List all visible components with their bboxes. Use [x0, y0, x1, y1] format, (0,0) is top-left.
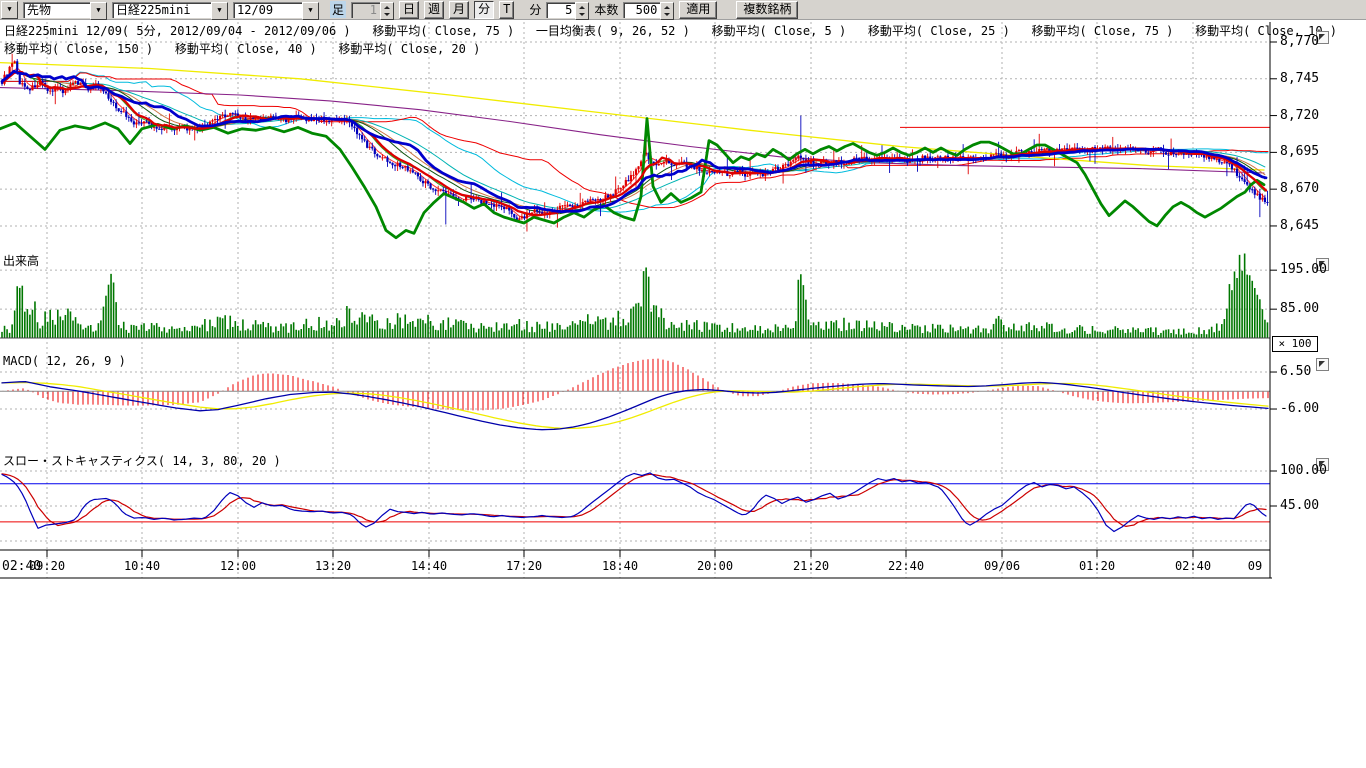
volume-axis-label: 85.00 — [1280, 301, 1319, 316]
time-axis-label: 17:20 — [506, 559, 542, 573]
period-monthly-button[interactable]: 月 — [449, 1, 469, 19]
apply-button[interactable]: 適用 — [679, 1, 717, 19]
bar-count-spin-icon[interactable] — [660, 2, 674, 20]
macd-axis-label: 6.50 — [1280, 364, 1311, 379]
contract-month-combo-value: 12/09 — [233, 2, 302, 18]
volume-pane-label: 出来高 — [3, 252, 39, 269]
bar-interval-spin-icon[interactable] — [380, 2, 394, 20]
macd-pane-label: MACD( 12, 26, 9 ) — [3, 354, 126, 368]
macd-pane-collapse-button[interactable] — [1316, 358, 1329, 371]
minutes-value: 5 — [546, 2, 575, 18]
category-combo-arrow-icon[interactable]: ▼ — [90, 2, 107, 20]
instrument-combo[interactable]: 日経225mini ▼ — [112, 2, 228, 18]
time-axis-label: 18:40 — [602, 559, 638, 573]
minutes-spin-icon[interactable] — [575, 2, 589, 20]
macd-axis-label: -6.00 — [1280, 401, 1319, 416]
time-axis-label: 10:40 — [124, 559, 160, 573]
minutes-spinner[interactable]: 5 — [546, 2, 589, 18]
category-combo[interactable]: 先物 ▼ — [23, 2, 107, 18]
time-axis-label: 14:40 — [411, 559, 447, 573]
price-axis-label: 8,745 — [1280, 71, 1319, 86]
chart-title-line2: 移動平均( Close, 150 ) 移動平均( Close, 40 ) 移動平… — [4, 40, 480, 57]
contract-month-combo-arrow-icon[interactable]: ▼ — [302, 2, 319, 20]
price-axis-label: 8,670 — [1280, 181, 1319, 196]
price-axis-label: 8,645 — [1280, 218, 1319, 233]
bar-count-value: 500 — [623, 2, 660, 18]
chart-title-line1: 日経225mini 12/09( 5分, 2012/09/04 - 2012/0… — [4, 22, 1337, 39]
contract-month-combo[interactable]: 12/09 ▼ — [233, 2, 319, 18]
volume-axis-label: 195.00 — [1280, 262, 1327, 277]
time-axis-label: 12:00 — [220, 559, 256, 573]
time-axis-label: 09 — [1248, 559, 1262, 573]
period-daily-button[interactable]: 日 — [399, 1, 419, 19]
symbol-combo-partial-button[interactable]: ▼ — [1, 1, 18, 19]
stoch-axis-label: 45.00 — [1280, 498, 1319, 513]
bar-interval-value: 1 — [351, 2, 380, 18]
volume-multiplier-badge: × 100 — [1272, 336, 1318, 352]
instrument-combo-arrow-icon[interactable]: ▼ — [211, 2, 228, 20]
bar-type-label: 足 — [330, 1, 346, 18]
time-axis-label: 21:20 — [793, 559, 829, 573]
toolbar: ▼ 先物 ▼ 日経225mini ▼ 12/09 ▼ 足 1 日 週 月 分 T… — [0, 0, 1366, 20]
time-axis-label: 13:20 — [315, 559, 351, 573]
instrument-combo-value: 日経225mini — [112, 2, 211, 18]
multi-symbol-button[interactable]: 複数銘柄 — [736, 1, 798, 19]
bar-interval-spinner[interactable]: 1 — [351, 2, 394, 18]
time-axis-label: 01:20 — [1079, 559, 1115, 573]
time-axis-label: 22:40 — [888, 559, 924, 573]
time-axis-label: 09/06 — [984, 559, 1020, 573]
period-tick-button[interactable]: T — [499, 1, 514, 19]
stoch-axis-label: 100.00 — [1280, 463, 1327, 478]
minute-unit-label: 分 — [529, 1, 541, 18]
time-axis-label: 02:40 — [1175, 559, 1211, 573]
bar-count-label: 本数 — [594, 1, 618, 18]
chart-canvas[interactable] — [0, 0, 1366, 768]
price-axis-label: 8,720 — [1280, 108, 1319, 123]
price-axis-label: 8,695 — [1280, 144, 1319, 159]
time-axis-label: 09:20 — [29, 559, 65, 573]
bar-count-spinner[interactable]: 500 — [623, 2, 674, 18]
stoch-pane-label: スロー・ストキャスティクス( 14, 3, 80, 20 ) — [3, 452, 281, 469]
period-minute-button[interactable]: 分 — [474, 1, 494, 19]
period-weekly-button[interactable]: 週 — [424, 1, 444, 19]
category-combo-value: 先物 — [23, 2, 90, 18]
price-axis-label: 8,770 — [1280, 34, 1319, 49]
time-axis-label: 20:00 — [697, 559, 733, 573]
